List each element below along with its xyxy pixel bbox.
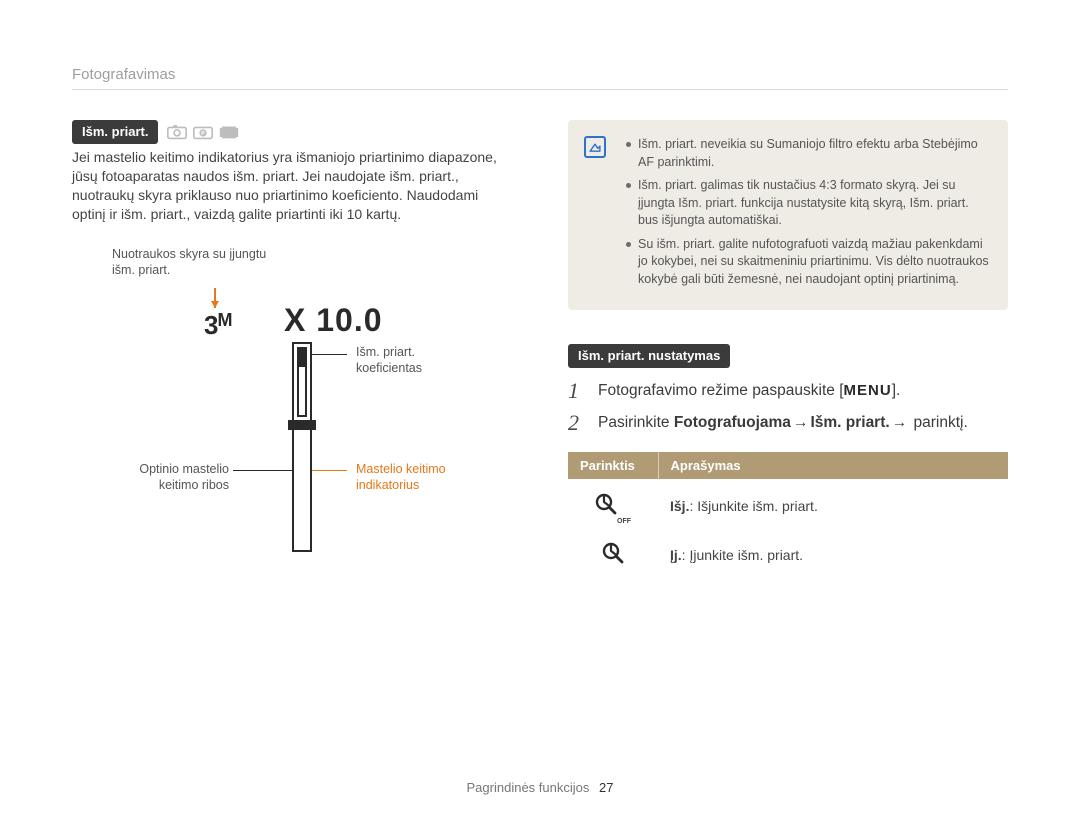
scene-mode-icon (218, 123, 240, 141)
resolution-label: 3M (204, 310, 231, 341)
footer: Pagrindinės funkcijos 27 (0, 780, 1080, 795)
zoom-bar-fill (297, 347, 307, 367)
smart-zoom-off-icon (593, 491, 619, 517)
header-option: Parinktis (568, 452, 658, 479)
zoom-bar (292, 342, 320, 552)
off-subscript: OFF (617, 518, 631, 525)
resolution-value: 3 (204, 310, 217, 340)
menu-button-label: MENU (844, 380, 892, 401)
caption-top: Nuotraukos skyra su įjungtu išm. priart. (112, 246, 282, 280)
right-column: Išm. priart. neveikia su Sumaniojo filtr… (568, 120, 1008, 577)
step-1-text-post: ]. (892, 382, 901, 399)
note-box: Išm. priart. neveikia su Sumaniojo filtr… (568, 120, 1008, 310)
step-1: 1 Fotografavimo režime paspauskite [MENU… (568, 380, 1008, 402)
program-mode-icon: P (192, 123, 214, 141)
step-2: 2 Pasirinkite Fotografuojama→Išm. priart… (568, 412, 1008, 434)
breadcrumb: Fotografavimas (72, 66, 1008, 90)
note-item: Išm. priart. galimas tik nustačius 4:3 f… (626, 177, 990, 230)
smart-mode-icon (166, 123, 188, 141)
option-off-label: Išj. (670, 498, 689, 514)
note-item: Su išm. priart. galite nufotografuoti va… (626, 236, 990, 289)
option-on-text: : Įjunkite išm. priart. (682, 547, 803, 563)
leader-line-icon (233, 470, 292, 471)
arrow-icon: → (791, 414, 811, 431)
zoom-bar-slider (288, 420, 316, 430)
left-column: Išm. priart. P Jei mastelio keitimo indi… (72, 120, 512, 577)
options-table: Parinktis Aprašymas OFF Išj.: Išjunkite … (568, 452, 1008, 577)
step-2-bold-2: Išm. priart. (810, 414, 889, 431)
option-on-label: Įj. (670, 547, 682, 563)
note-item: Išm. priart. neveikia su Sumaniojo filtr… (626, 136, 990, 171)
info-icon (584, 136, 606, 158)
caption-indicator: Mastelio keitimo indikatorius (356, 461, 486, 495)
footer-text: Pagrindinės funkcijos (467, 780, 590, 795)
step-number: 2 (568, 412, 586, 434)
caption-optical-limit: Optinio mastelio keitimo ribos (114, 461, 229, 495)
smart-zoom-on-icon (600, 540, 626, 566)
resolution-unit: M (217, 310, 231, 330)
mode-icons-group: P (166, 123, 240, 141)
section-heading-setting: Išm. priart. nustatymas (568, 344, 730, 368)
table-row: OFF Išj.: Išjunkite išm. priart. (568, 479, 1008, 528)
step-2-text-pre: Pasirinkite (598, 414, 674, 431)
intro-paragraph: Jei mastelio keitimo indikatorius yra iš… (72, 148, 512, 224)
step-1-text-pre: Fotografavimo režime paspauskite [ (598, 382, 844, 399)
zoom-level-label: X 10.0 (284, 302, 383, 339)
zoom-diagram: Nuotraukos skyra su įjungtu išm. priart.… (112, 246, 472, 576)
caption-coefficient: Išm. priart. koeficientas (356, 344, 476, 378)
leader-line-icon (312, 354, 347, 355)
leader-line-icon (312, 470, 347, 471)
header-description: Aprašymas (658, 452, 1008, 479)
svg-text:P: P (202, 131, 206, 137)
step-2-bold-1: Fotografuojama (674, 414, 791, 431)
page-number: 27 (599, 780, 613, 795)
step-2-text-post: parinktį. (909, 414, 968, 431)
section-heading-ism-priart: Išm. priart. (72, 120, 158, 144)
table-header-row: Parinktis Aprašymas (568, 452, 1008, 479)
arrow-icon: → (890, 414, 910, 431)
table-row: Įj.: Įjunkite išm. priart. (568, 528, 1008, 577)
step-number: 1 (568, 380, 586, 402)
option-off-text: : Išjunkite išm. priart. (689, 498, 817, 514)
orange-down-arrow-icon (214, 288, 216, 308)
